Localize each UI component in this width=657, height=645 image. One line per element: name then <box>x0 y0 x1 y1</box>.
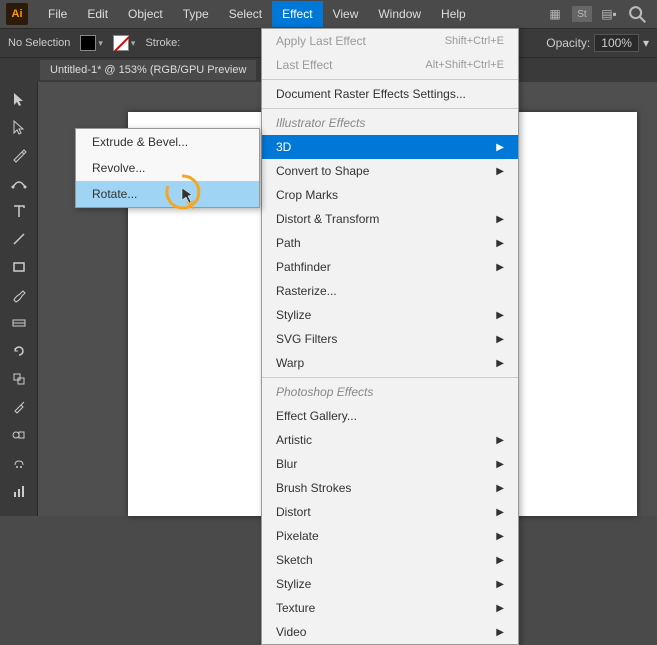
effect-brush-strokes[interactable]: Brush Strokes▶ <box>262 476 518 500</box>
effect-distort[interactable]: Distort▶ <box>262 500 518 524</box>
effect-blur[interactable]: Blur▶ <box>262 452 518 476</box>
tool-blend[interactable] <box>5 422 33 448</box>
photoshop-effects-header: Photoshop Effects <box>262 380 518 404</box>
effect-artistic[interactable]: Artistic▶ <box>262 428 518 452</box>
effect-path[interactable]: Path▶ <box>262 231 518 255</box>
tool-pen[interactable] <box>5 142 33 168</box>
tool-eyedropper[interactable] <box>5 394 33 420</box>
tool-gradient[interactable] <box>5 310 33 336</box>
submenu-arrow-icon: ▶ <box>496 579 504 590</box>
submenu-arrow-icon: ▶ <box>496 555 504 566</box>
tool-symbol[interactable] <box>5 450 33 476</box>
menu-window[interactable]: Window <box>368 1 431 27</box>
illustrator-effects-header: Illustrator Effects <box>262 111 518 135</box>
submenu-arrow-icon: ▶ <box>496 531 504 542</box>
submenu-arrow-icon: ▶ <box>496 358 504 369</box>
chevron-down-icon[interactable]: ▾ <box>643 36 649 50</box>
effect-menu-dropdown: Apply Last EffectShift+Ctrl+E Last Effec… <box>261 28 519 645</box>
tool-column-graph[interactable] <box>5 478 33 504</box>
menu-file[interactable]: File <box>38 1 77 27</box>
menu-object[interactable]: Object <box>118 1 173 27</box>
effect-convert-to-shape[interactable]: Convert to Shape▶ <box>262 159 518 183</box>
tool-scale[interactable] <box>5 366 33 392</box>
effect-stylize[interactable]: Stylize▶ <box>262 303 518 327</box>
submenu-arrow-icon: ▶ <box>496 214 504 225</box>
stroke-swatch[interactable]: ▾ <box>113 35 136 51</box>
submenu-arrow-icon: ▶ <box>496 166 504 177</box>
app-logo: Ai <box>6 3 28 25</box>
workspace-icon[interactable]: ▤▪ <box>598 3 620 25</box>
tool-line[interactable] <box>5 226 33 252</box>
menu-last-effect: Last EffectAlt+Shift+Ctrl+E <box>262 53 518 77</box>
effect-pixelate[interactable]: Pixelate▶ <box>262 524 518 548</box>
effect-video[interactable]: Video▶ <box>262 620 518 644</box>
menu-doc-raster-settings[interactable]: Document Raster Effects Settings... <box>262 82 518 106</box>
effect-texture[interactable]: Texture▶ <box>262 596 518 620</box>
menu-effect[interactable]: Effect <box>272 1 322 27</box>
tool-direct-select[interactable] <box>5 114 33 140</box>
submenu-arrow-icon: ▶ <box>496 238 504 249</box>
submenu-3d-extrude-bevel-[interactable]: Extrude & Bevel... <box>76 129 259 155</box>
submenu-arrow-icon: ▶ <box>496 459 504 470</box>
effect-crop-marks[interactable]: Crop Marks <box>262 183 518 207</box>
effect-distort-transform[interactable]: Distort & Transform▶ <box>262 207 518 231</box>
submenu-3d-rotate-[interactable]: Rotate... <box>76 181 259 207</box>
menu-edit[interactable]: Edit <box>77 1 118 27</box>
effect-stylize[interactable]: Stylize▶ <box>262 572 518 596</box>
submenu-arrow-icon: ▶ <box>496 627 504 638</box>
menu-bar: Ai FileEditObjectTypeSelectEffectViewWin… <box>0 0 657 28</box>
effect-sketch[interactable]: Sketch▶ <box>262 548 518 572</box>
submenu-arrow-icon: ▶ <box>496 435 504 446</box>
effect-rasterize-[interactable]: Rasterize... <box>262 279 518 303</box>
submenu-arrow-icon: ▶ <box>496 334 504 345</box>
submenu-arrow-icon: ▶ <box>496 262 504 273</box>
submenu-arrow-icon: ▶ <box>496 310 504 321</box>
tool-type[interactable] <box>5 198 33 224</box>
stroke-label: Stroke: <box>145 37 180 49</box>
effect-3d[interactable]: 3D▶ <box>262 135 518 159</box>
selection-status: No Selection <box>8 37 70 49</box>
submenu-3d-revolve-[interactable]: Revolve... <box>76 155 259 181</box>
opacity-label: Opacity: <box>546 36 590 50</box>
submenu-arrow-icon: ▶ <box>496 483 504 494</box>
submenu-arrow-icon: ▶ <box>496 142 504 153</box>
tools-panel <box>0 82 38 516</box>
fill-swatch[interactable]: ▾ <box>80 35 103 51</box>
document-tab[interactable]: Untitled-1* @ 153% (RGB/GPU Preview <box>40 60 256 80</box>
tool-curvature[interactable] <box>5 170 33 196</box>
search-icon[interactable] <box>626 3 648 25</box>
menu-select[interactable]: Select <box>219 1 272 27</box>
opacity-value[interactable]: 100% <box>594 34 639 52</box>
submenu-3d: Extrude & Bevel...Revolve...Rotate... <box>75 128 260 208</box>
effect-pathfinder[interactable]: Pathfinder▶ <box>262 255 518 279</box>
tool-brush[interactable] <box>5 282 33 308</box>
tool-rectangle[interactable] <box>5 254 33 280</box>
tool-selection[interactable] <box>5 86 33 112</box>
tool-rotate[interactable] <box>5 338 33 364</box>
menu-apply-last-effect: Apply Last EffectShift+Ctrl+E <box>262 29 518 53</box>
bridge-icon[interactable]: ▦ <box>544 3 566 25</box>
effect-warp[interactable]: Warp▶ <box>262 351 518 375</box>
effect-svg-filters[interactable]: SVG Filters▶ <box>262 327 518 351</box>
menu-help[interactable]: Help <box>431 1 476 27</box>
submenu-arrow-icon: ▶ <box>496 603 504 614</box>
menu-view[interactable]: View <box>323 1 369 27</box>
stock-icon[interactable]: St <box>572 6 592 22</box>
menu-type[interactable]: Type <box>173 1 219 27</box>
effect-effect-gallery-[interactable]: Effect Gallery... <box>262 404 518 428</box>
